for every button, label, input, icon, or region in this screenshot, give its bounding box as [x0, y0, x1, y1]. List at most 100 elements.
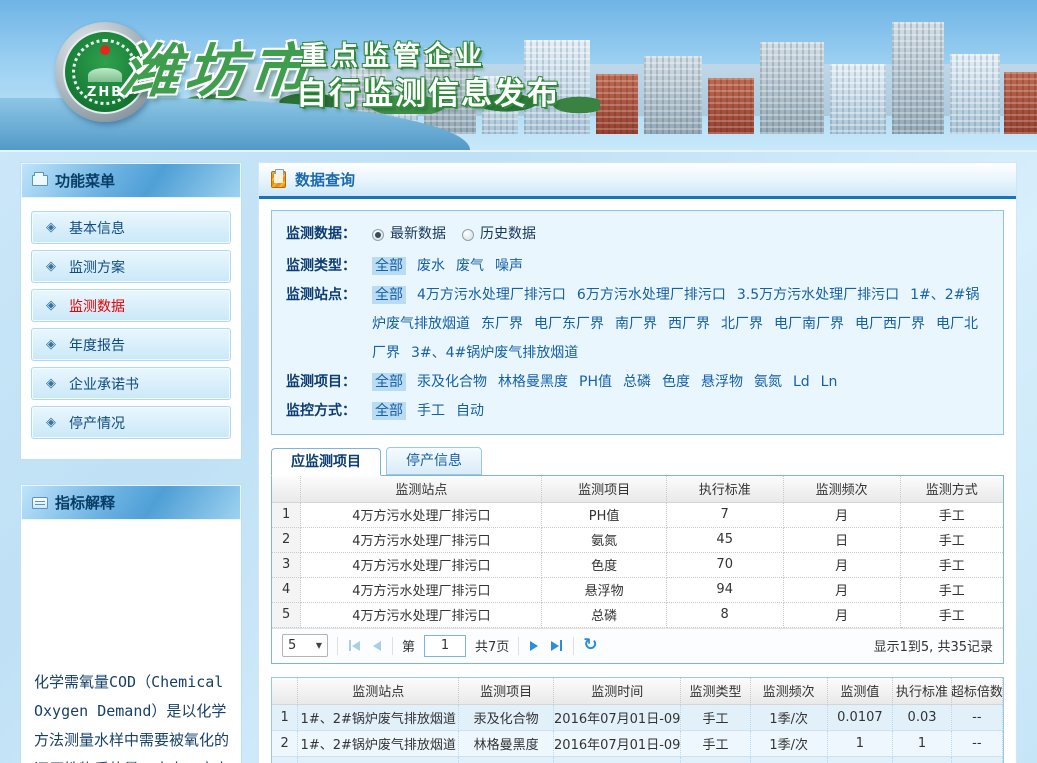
- filter-row: 监控方式：全部手工自动: [286, 397, 989, 426]
- monitoring-items-section: 监测站点监测项目执行标准监测频次监测方式14万方污水处理厂排污口PH值7月手工2…: [271, 475, 1004, 664]
- filter-option[interactable]: 废水: [417, 258, 445, 274]
- sidebar-item[interactable]: 基本信息: [31, 211, 231, 244]
- row-number: 3: [272, 757, 298, 763]
- table-cell: 0.0133: [828, 757, 894, 763]
- filter-option[interactable]: 全部: [372, 402, 406, 420]
- page-number-input[interactable]: [424, 635, 466, 657]
- filter-option[interactable]: Ln: [821, 374, 838, 390]
- table-cell: 氨氮: [542, 528, 666, 553]
- table-cell: 月: [784, 603, 901, 628]
- filter-option[interactable]: 林格曼黑度: [498, 374, 568, 390]
- table-row: 34万方污水处理厂排污口色度70月手工: [272, 553, 1003, 578]
- table-cell: 手工: [681, 757, 750, 763]
- filter-row: 监测数据：最新数据历史数据: [286, 220, 989, 252]
- compass-icon: [46, 338, 56, 351]
- filter-option[interactable]: 电厂西厂界: [855, 316, 925, 332]
- filter-option[interactable]: 氨氮: [754, 374, 782, 390]
- filter-option[interactable]: 电厂东厂界: [534, 316, 604, 332]
- sidebar-item-label: 停产情况: [69, 413, 125, 433]
- filter-option[interactable]: 北厂界: [721, 316, 763, 332]
- column-header: 监测频次: [784, 476, 901, 503]
- filter-option[interactable]: PH值: [579, 374, 612, 390]
- column-header: 监测类型: [681, 678, 750, 705]
- filter-option[interactable]: 3#、4#锅炉废气排放烟道: [411, 345, 578, 361]
- filter-option[interactable]: 西厂界: [668, 316, 710, 332]
- filter-row: 监测项目：全部汞及化合物林格曼黑度PH值总磷色度悬浮物氨氮LdLn: [286, 368, 989, 397]
- refresh-icon[interactable]: [583, 637, 597, 654]
- table-cell: 45: [667, 528, 784, 553]
- filter-option[interactable]: 全部: [372, 286, 406, 304]
- radio-option[interactable]: 最新数据: [372, 220, 446, 249]
- monitoring-data-table: 监测站点监测项目监测时间监测类型监测频次监测值执行标准超标倍数11#、2#锅炉废…: [272, 678, 1003, 763]
- table-row: 44万方污水处理厂排污口悬浮物94月手工: [272, 578, 1003, 603]
- tab[interactable]: 停产信息: [386, 447, 482, 475]
- radio-label: 最新数据: [390, 220, 446, 249]
- filter-option[interactable]: 南厂界: [615, 316, 657, 332]
- filter-options: 全部废水废气噪声: [372, 252, 989, 281]
- filter-option[interactable]: 总磷: [623, 374, 651, 390]
- table-cell: PH值: [542, 503, 666, 528]
- filter-option[interactable]: 6万方污水处理厂排污口: [577, 287, 726, 303]
- monitoring-items-table: 监测站点监测项目执行标准监测频次监测方式14万方污水处理厂排污口PH值7月手工2…: [272, 476, 1003, 628]
- divider: [337, 637, 338, 655]
- column-header: 监测项目: [459, 678, 554, 705]
- last-page-button[interactable]: [549, 640, 564, 651]
- sidebar-item[interactable]: 年度报告: [31, 328, 231, 361]
- page-size-select[interactable]: 5: [282, 634, 328, 657]
- table-cell: 汞及化合物: [459, 757, 554, 763]
- filter-option[interactable]: 电厂南厂界: [774, 316, 844, 332]
- tab[interactable]: 应监测项目: [271, 448, 381, 476]
- filter-option[interactable]: 3.5万方污水处理厂排污口: [737, 287, 899, 303]
- table-cell: 手工: [901, 603, 1003, 628]
- table-cell: 2016年07月01日-09: [554, 705, 681, 731]
- table-row: 11#、2#锅炉废气排放烟道汞及化合物2016年07月01日-09手工1季/次0…: [272, 705, 1003, 731]
- data-query-header: 数据查询: [259, 163, 1016, 199]
- prev-page-button[interactable]: [371, 641, 383, 651]
- first-page-button[interactable]: [347, 640, 362, 651]
- sidebar-item-label: 企业承诺书: [69, 374, 139, 394]
- table-cell: 4万方污水处理厂排污口: [301, 603, 542, 628]
- indicator-panel: 指标解释 化学需氧量COD（Chemical Oxygen Demand）是以化…: [20, 484, 242, 763]
- folder-icon: [32, 175, 48, 186]
- filter-option[interactable]: Ld: [793, 374, 810, 390]
- filter-option[interactable]: 悬浮物: [701, 374, 743, 390]
- table-cell: 4万方污水处理厂排污口: [301, 578, 542, 603]
- radio-icon[interactable]: [462, 229, 474, 241]
- filter-option[interactable]: 色度: [662, 374, 690, 390]
- indicator-body: 化学需氧量COD（Chemical Oxygen Demand）是以化学方法测量…: [21, 520, 241, 763]
- filter-option[interactable]: 手工: [417, 403, 445, 419]
- filter-option[interactable]: 废气: [456, 258, 484, 274]
- filter-option[interactable]: 噪声: [495, 258, 523, 274]
- sidebar-item[interactable]: 停产情况: [31, 406, 231, 439]
- table-row: 14万方污水处理厂排污口PH值7月手工: [272, 503, 1003, 528]
- next-page-button[interactable]: [528, 641, 540, 651]
- caret-down-icon: [316, 641, 322, 650]
- filter-option[interactable]: 4万方污水处理厂排污口: [417, 287, 566, 303]
- filter-option[interactable]: 东厂界: [481, 316, 523, 332]
- sidebar-item[interactable]: 监测数据: [31, 289, 231, 322]
- column-header: 监测频次: [751, 678, 828, 705]
- row-number: 5: [272, 603, 301, 628]
- column-header: 监测方式: [901, 476, 1003, 503]
- table-cell: 1季/次: [751, 757, 828, 763]
- tabs: 应监测项目停产信息: [271, 447, 1004, 475]
- sidebar-item[interactable]: 监测方案: [31, 250, 231, 283]
- filter-option[interactable]: 自动: [456, 403, 484, 419]
- filter-option[interactable]: 全部: [372, 257, 406, 275]
- filter-option[interactable]: 汞及化合物: [417, 374, 487, 390]
- function-menu-header: 功能菜单: [21, 163, 241, 198]
- filter-option[interactable]: 全部: [372, 373, 406, 391]
- table-cell: 手工: [901, 553, 1003, 578]
- sun-dot-icon: [100, 45, 110, 55]
- radio-icon[interactable]: [372, 229, 384, 241]
- table-cell: 4万方污水处理厂排污口: [301, 553, 542, 578]
- compass-icon: [46, 299, 56, 312]
- radio-option[interactable]: 历史数据: [462, 220, 536, 249]
- filter-options: 全部手工自动: [372, 397, 989, 426]
- table-cell: 1季/次: [751, 731, 828, 757]
- table-cell: 4万方污水处理厂排污口: [301, 503, 542, 528]
- table-cell: 1: [893, 731, 951, 757]
- row-number: 3: [272, 553, 301, 578]
- table-cell: --: [952, 705, 1003, 731]
- sidebar-item[interactable]: 企业承诺书: [31, 367, 231, 400]
